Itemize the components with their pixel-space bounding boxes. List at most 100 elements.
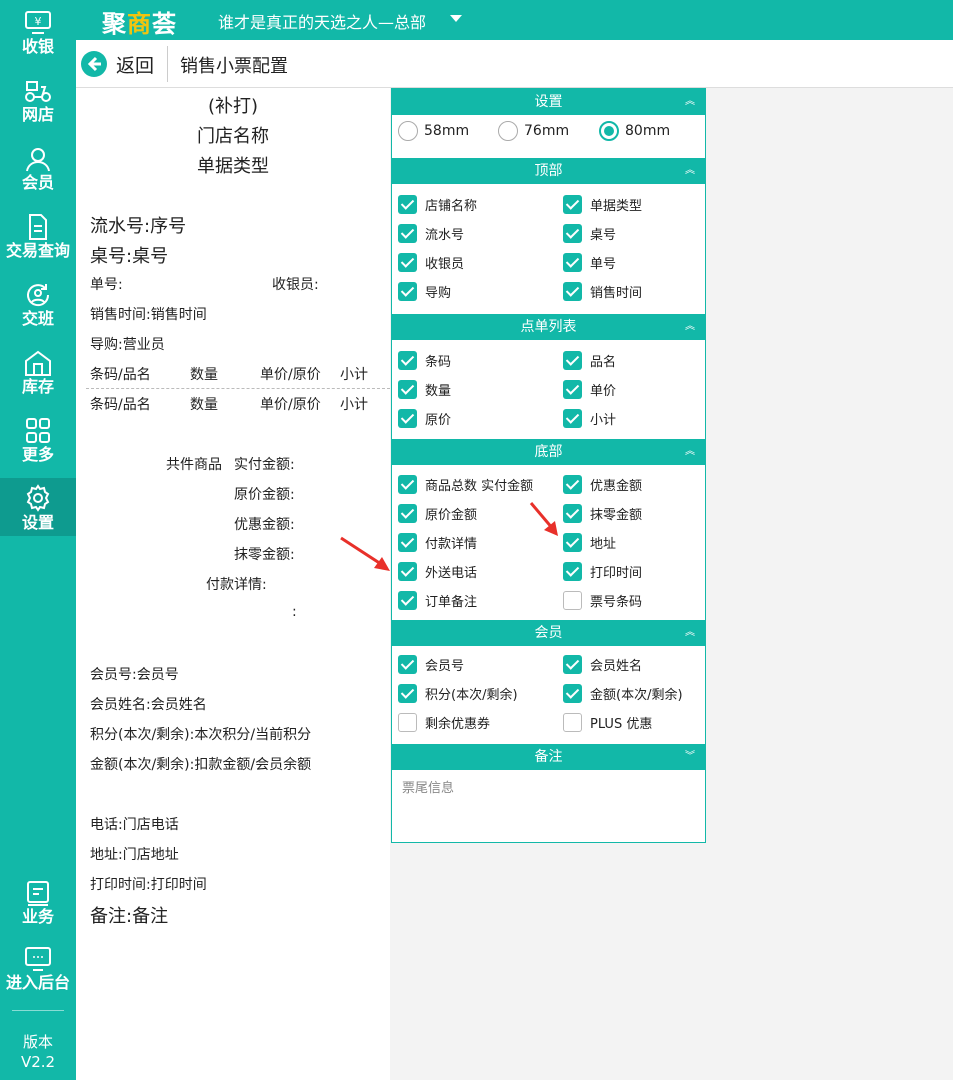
checkbox-box[interactable] — [563, 282, 582, 301]
checkbox-box[interactable] — [563, 713, 582, 732]
checkbox-box[interactable] — [398, 253, 417, 272]
checkbox-box[interactable] — [398, 591, 417, 610]
checkbox-box[interactable] — [398, 684, 417, 703]
section-title-settings: 设置 — [534, 94, 563, 110]
checkbox-box[interactable] — [563, 655, 582, 674]
checkbox-box[interactable] — [563, 684, 582, 703]
sidebar-item-transactions[interactable]: 交易查询 — [0, 208, 76, 266]
checkbox-box[interactable] — [398, 713, 417, 732]
checkbox-unit-price[interactable]: 单价 — [563, 380, 616, 399]
checkbox-label: 会员姓名 — [590, 659, 643, 674]
checkbox-store-name[interactable]: 店铺名称 — [398, 195, 477, 214]
checkbox-box[interactable] — [563, 475, 582, 494]
checkbox-box[interactable] — [398, 475, 417, 494]
sidebar-item-inventory[interactable]: 库存 — [0, 344, 76, 402]
checkbox-table-no[interactable]: 桌号 — [563, 224, 616, 243]
checkbox-original-price[interactable]: 原价 — [398, 409, 451, 428]
sidebar-item-backend[interactable]: 进入后台 — [0, 940, 76, 998]
radio-76mm[interactable]: 76mm — [498, 121, 569, 141]
checkbox-member-name[interactable]: 会员姓名 — [563, 655, 642, 674]
checkbox-points[interactable]: 积分(本次/剩余) — [398, 684, 518, 703]
radio-circle[interactable] — [398, 121, 418, 141]
chevron-up-icon[interactable]: ︽ — [685, 620, 695, 646]
section-title-top: 顶部 — [534, 163, 563, 179]
section-header-top[interactable]: 顶部 ︽ — [392, 158, 705, 184]
chevron-up-icon[interactable]: ︽ — [685, 89, 695, 115]
checkbox-guide[interactable]: 导购 — [398, 282, 451, 301]
back-button[interactable]: 返回 — [80, 48, 154, 80]
receipt-table-no: 桌号:桌号 — [90, 246, 169, 267]
chevron-up-icon[interactable]: ︽ — [685, 439, 695, 465]
sidebar-item-settings[interactable]: 设置 — [0, 478, 76, 536]
radio-80mm[interactable]: 80mm — [599, 121, 670, 141]
sidebar-label-shift: 交班 — [21, 309, 54, 328]
checkbox-member-no[interactable]: 会员号 — [398, 655, 464, 674]
radio-circle[interactable] — [498, 121, 518, 141]
checkbox-subtotal[interactable]: 小计 — [563, 409, 616, 428]
checkbox-print-time[interactable]: 打印时间 — [563, 562, 642, 581]
section-header-member[interactable]: 会员 ︽ — [392, 620, 705, 646]
checkbox-product-name[interactable]: 品名 — [563, 351, 616, 370]
checkbox-box[interactable] — [563, 224, 582, 243]
checkbox-box[interactable] — [398, 562, 417, 581]
checkbox-box[interactable] — [398, 655, 417, 674]
section-header-remark[interactable]: 备注 ︾ — [392, 744, 705, 770]
section-header-settings[interactable]: 设置 ︽ — [392, 89, 705, 115]
checkbox-order-remark[interactable]: 订单备注 — [398, 591, 477, 610]
checkbox-remaining-coupons[interactable]: 剩余优惠券 — [398, 713, 490, 732]
checkbox-label: 条码 — [425, 355, 452, 370]
chevron-up-icon[interactable]: ︽ — [685, 314, 695, 340]
sidebar-item-webstore[interactable]: 网店 — [0, 72, 76, 130]
checkbox-discount-amount[interactable]: 优惠金额 — [563, 475, 642, 494]
remark-textarea[interactable]: 票尾信息 — [402, 777, 454, 796]
checkbox-box[interactable] — [398, 409, 417, 428]
checkbox-box[interactable] — [398, 224, 417, 243]
checkbox-original-amount[interactable]: 原价金额 — [398, 504, 477, 523]
sidebar-item-more[interactable]: 更多 — [0, 412, 76, 470]
sidebar-item-member[interactable]: 会员 — [0, 140, 76, 198]
checkbox-box[interactable] — [398, 351, 417, 370]
checkbox-address[interactable]: 地址 — [563, 533, 616, 552]
checkbox-delivery-phone[interactable]: 外送电话 — [398, 562, 477, 581]
checkbox-box[interactable] — [563, 533, 582, 552]
chevron-up-icon[interactable]: ︽ — [685, 158, 695, 184]
checkbox-box[interactable] — [398, 282, 417, 301]
checkbox-cashier[interactable]: 收银员 — [398, 253, 464, 272]
checkbox-quantity[interactable]: 数量 — [398, 380, 451, 399]
checkbox-doc-type[interactable]: 单据类型 — [563, 195, 642, 214]
radio-58mm[interactable]: 58mm — [398, 121, 469, 141]
chevron-down-icon[interactable] — [450, 15, 462, 22]
section-header-order-list[interactable]: 点单列表 ︽ — [392, 314, 705, 340]
checkbox-box[interactable] — [398, 380, 417, 399]
checkbox-box[interactable] — [563, 195, 582, 214]
checkbox-amount[interactable]: 金额(本次/剩余) — [563, 684, 683, 703]
checkbox-box[interactable] — [398, 504, 417, 523]
store-selector[interactable]: 谁才是真正的天选之人—总部 — [218, 9, 426, 33]
section-header-bottom[interactable]: 底部 ︽ — [392, 439, 705, 465]
receipt-points: 积分(本次/剩余):本次积分/当前积分 — [90, 727, 312, 743]
checkbox-ticket-barcode[interactable]: 票号条码 — [563, 591, 642, 610]
sidebar-item-business[interactable]: 业务 — [0, 874, 76, 932]
checkbox-payment-detail[interactable]: 付款详情 — [398, 533, 477, 552]
sidebar-item-cashier[interactable]: ¥ 收银 — [0, 4, 76, 62]
checkbox-sale-time[interactable]: 销售时间 — [563, 282, 642, 301]
checkbox-box[interactable] — [398, 195, 417, 214]
checkbox-box[interactable] — [563, 409, 582, 428]
chevron-down-icon[interactable]: ︾ — [685, 744, 695, 770]
checkbox-label: PLUS 优惠 — [590, 717, 653, 732]
checkbox-box[interactable] — [563, 380, 582, 399]
sidebar-item-shift[interactable]: 交班 — [0, 276, 76, 334]
checkbox-box[interactable] — [563, 253, 582, 272]
checkbox-box[interactable] — [563, 504, 582, 523]
checkbox-box[interactable] — [563, 562, 582, 581]
checkbox-box[interactable] — [398, 533, 417, 552]
checkbox-plus-discount[interactable]: PLUS 优惠 — [563, 713, 652, 732]
checkbox-serial[interactable]: 流水号 — [398, 224, 464, 243]
checkbox-total-goods-paid[interactable]: 商品总数 实付金额 — [398, 475, 533, 494]
radio-circle-selected[interactable] — [599, 121, 619, 141]
checkbox-rounding-amount[interactable]: 抹零金额 — [563, 504, 642, 523]
checkbox-box[interactable] — [563, 591, 582, 610]
checkbox-box[interactable] — [563, 351, 582, 370]
checkbox-order-no[interactable]: 单号 — [563, 253, 616, 272]
checkbox-barcode[interactable]: 条码 — [398, 351, 451, 370]
